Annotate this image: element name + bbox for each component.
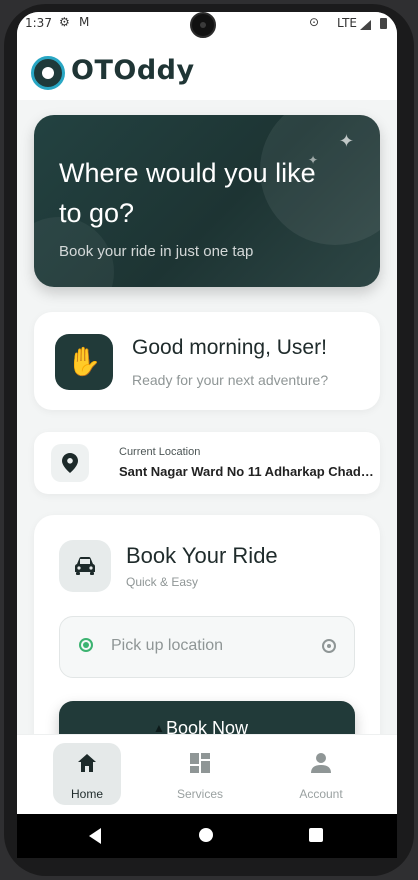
sparkle-icon: ✦ [338,131,354,152]
pickup-placeholder: Pick up location [111,637,224,654]
location-icon: ⊙ [308,15,319,29]
gmail-icon: M [79,15,90,29]
current-location-value: Sant Nagar Ward No 11 Adharkap Chadd... [119,464,379,479]
network-type: LTE [337,16,357,30]
greeting-title: Good morning, User! [132,336,327,359]
grid-icon [190,753,210,773]
main-content[interactable]: ✦ ✦ Where would you like to go? Book you… [17,100,397,746]
pickup-location-input[interactable]: Pick up location [59,616,355,678]
car-icon [59,540,111,592]
front-camera [190,12,216,38]
home-icon [78,754,96,772]
back-icon[interactable] [89,828,101,844]
location-pin-icon [51,444,89,482]
nav-item-services[interactable]: Services [166,743,234,805]
system-home-icon[interactable] [199,828,213,842]
bottom-navigation: Home Services Account [17,734,397,814]
nav-label-home: Home [70,787,103,801]
hero-headline: Where would you like to go? [59,158,316,228]
status-time: 1:37 [25,16,52,30]
nav-label-account: Account [299,787,343,801]
nav-item-home[interactable]: Home [53,743,121,805]
nav-label-services: Services [176,787,223,801]
app-name: OTOddy [71,55,195,86]
person-icon [311,753,331,773]
gear-icon: ⚙ [59,15,70,29]
app-screen: 1:37 ⚙ M ⊙ LTE OTOddy ✦ ✦ Where would yo… [17,12,397,814]
app-logo-icon [31,56,65,90]
nav-item-account[interactable]: Account [287,743,355,805]
battery-icon [380,18,387,29]
app-bar: OTOddy [17,36,397,100]
my-location-icon[interactable] [322,639,336,653]
signal-icon [360,20,371,30]
current-location-card[interactable]: Current Location Sant Nagar Ward No 11 A… [34,432,380,494]
recent-apps-icon[interactable] [309,828,323,842]
system-navigation-bar [17,814,397,858]
hero-subtitle: Book your ride in just one tap [59,243,254,260]
book-ride-card: Book Your Ride Quick & Easy Pick up loca… [34,515,380,746]
pickup-dot-icon [79,638,93,652]
hero-banner: ✦ ✦ Where would you like to go? Book you… [34,115,380,287]
book-ride-subtitle: Quick & Easy [126,575,199,589]
greeting-card: ✋ Good morning, User! Ready for your nex… [34,312,380,410]
greeting-subtitle: Ready for your next adventure? [132,372,329,388]
book-ride-title: Book Your Ride [126,543,278,568]
waving-hand-icon: ✋ [55,334,113,390]
current-location-label: Current Location [119,446,201,458]
